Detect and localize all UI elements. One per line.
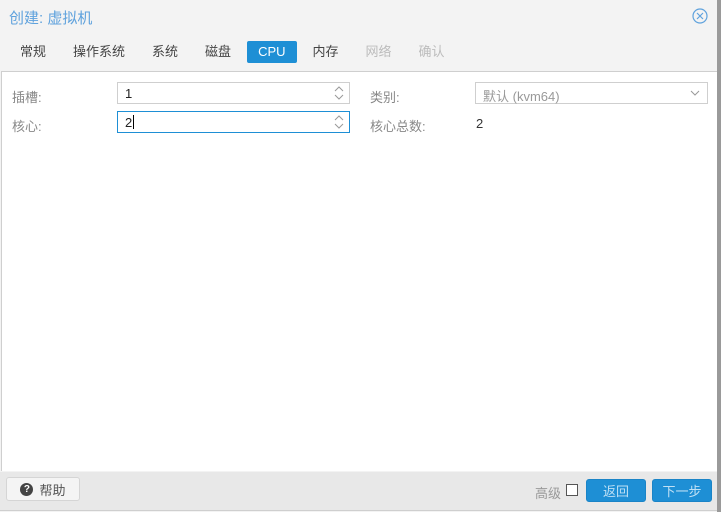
spinner-icon[interactable] <box>334 85 344 101</box>
type-label: 类别: <box>370 90 400 105</box>
total-cores-label: 核心总数: <box>370 119 426 134</box>
spinner-icon[interactable] <box>334 114 344 130</box>
tab-os[interactable]: 操作系统 <box>62 41 136 63</box>
cores-label: 核心: <box>12 119 42 134</box>
help-button[interactable]: ? 帮助 <box>6 477 80 501</box>
tab-general[interactable]: 常规 <box>9 41 57 63</box>
tab-cpu[interactable]: CPU <box>247 41 297 63</box>
back-button[interactable]: 返回 <box>586 479 646 502</box>
create-vm-dialog: 创建: 虚拟机 常规 操作系统 系统 磁盘 CPU 内存 网络 确认 插槽: 1… <box>0 0 718 511</box>
wizard-tabs: 常规 操作系统 系统 磁盘 CPU 内存 网络 确认 <box>9 41 461 65</box>
sockets-label: 插槽: <box>12 90 42 105</box>
next-button[interactable]: 下一步 <box>652 479 712 502</box>
cores-value: 2 <box>125 115 133 130</box>
tab-system[interactable]: 系统 <box>141 41 189 63</box>
advanced-label: 高级 <box>535 486 562 501</box>
cpu-type-select[interactable]: 默认 (kvm64) <box>475 82 708 104</box>
cpu-panel: 插槽: 1 核心: 2 类别: 默认 (kvm64) 核心总数: 2 <box>1 71 718 471</box>
sockets-value: 1 <box>125 86 133 101</box>
chevron-down-icon[interactable] <box>690 88 700 98</box>
dialog-footer: ? 帮助 高级 返回 下一步 <box>0 472 717 510</box>
close-circle-icon <box>692 8 708 24</box>
text-cursor <box>133 115 135 129</box>
help-label: 帮助 <box>39 482 66 498</box>
cores-field[interactable]: 2 <box>117 111 350 133</box>
tab-confirm[interactable]: 确认 <box>408 41 456 63</box>
tab-disk[interactable]: 磁盘 <box>194 41 242 63</box>
sockets-field[interactable]: 1 <box>117 82 350 104</box>
cpu-type-value: 默认 (kvm64) <box>483 89 560 104</box>
tab-network[interactable]: 网络 <box>355 41 403 63</box>
window-edge-scrollbar <box>717 0 721 512</box>
dialog-title: 创建: 虚拟机 <box>9 10 93 27</box>
question-circle-icon: ? <box>20 482 34 496</box>
total-cores-value: 2 <box>476 116 484 131</box>
tab-memory[interactable]: 内存 <box>302 41 350 63</box>
close-button[interactable] <box>692 8 708 24</box>
advanced-checkbox[interactable] <box>566 484 578 496</box>
